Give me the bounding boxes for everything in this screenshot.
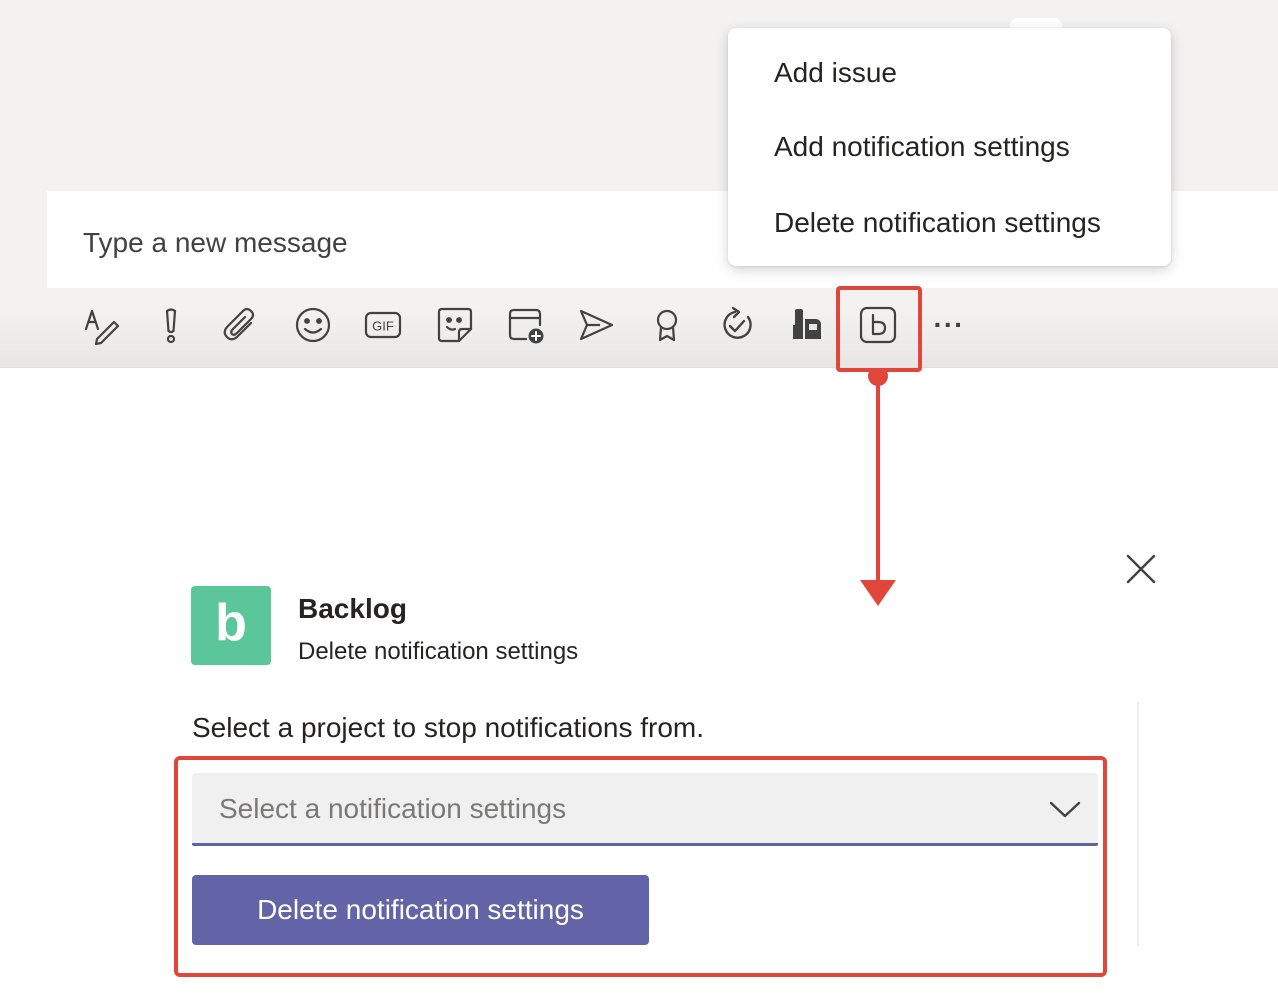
- format-icon: [84, 309, 120, 345]
- schedule-meeting-icon: [508, 308, 544, 344]
- praise-button[interactable]: [644, 302, 690, 348]
- menu-item-delete-notification-settings[interactable]: Delete notification settings: [774, 207, 1101, 239]
- sticker-icon: [437, 307, 473, 343]
- gif-button[interactable]: GIF: [360, 302, 406, 348]
- svg-text:GIF: GIF: [372, 319, 394, 334]
- close-button[interactable]: [1120, 548, 1162, 590]
- dialog-prompt: Select a project to stop notifications f…: [192, 712, 705, 743]
- app-subtitle: Delete notification settings: [298, 638, 579, 665]
- praise-icon: [656, 309, 678, 342]
- logo-letter: b: [215, 593, 247, 652]
- emoji-button[interactable]: [290, 302, 336, 348]
- apps-button[interactable]: [784, 302, 830, 348]
- more-options-button[interactable]: ···: [926, 302, 972, 348]
- close-icon: [1126, 554, 1156, 584]
- compose-toolbar: GIF ···: [0, 290, 1278, 360]
- loop-icon: [723, 306, 752, 339]
- gif-icon: GIF: [364, 311, 402, 339]
- message-input[interactable]: [83, 225, 723, 261]
- loop-button[interactable]: [714, 302, 760, 348]
- stream-icon: [579, 309, 614, 341]
- extension-menu: Add issue Add notification settings Dele…: [728, 28, 1171, 266]
- app-icon: [793, 309, 821, 339]
- app-icon-highlight: [836, 286, 922, 372]
- flow-arrow: [860, 368, 896, 606]
- sticker-button[interactable]: [432, 302, 478, 348]
- format-button[interactable]: [78, 302, 124, 348]
- form-highlight: [174, 756, 1107, 977]
- schedule-meeting-button[interactable]: [503, 302, 549, 348]
- attach-icon: [223, 307, 255, 341]
- backlog-logo: b: [191, 586, 271, 665]
- app-name: Backlog: [298, 593, 407, 624]
- more-icon: ···: [933, 309, 965, 340]
- attach-button[interactable]: [218, 302, 264, 348]
- menu-item-add-issue[interactable]: Add issue: [774, 57, 897, 89]
- menu-item-add-notification-settings[interactable]: Add notification settings: [774, 131, 1070, 163]
- important-icon: [165, 308, 177, 344]
- stream-button[interactable]: [573, 302, 619, 348]
- important-button[interactable]: [148, 302, 194, 348]
- emoji-icon: [295, 307, 331, 343]
